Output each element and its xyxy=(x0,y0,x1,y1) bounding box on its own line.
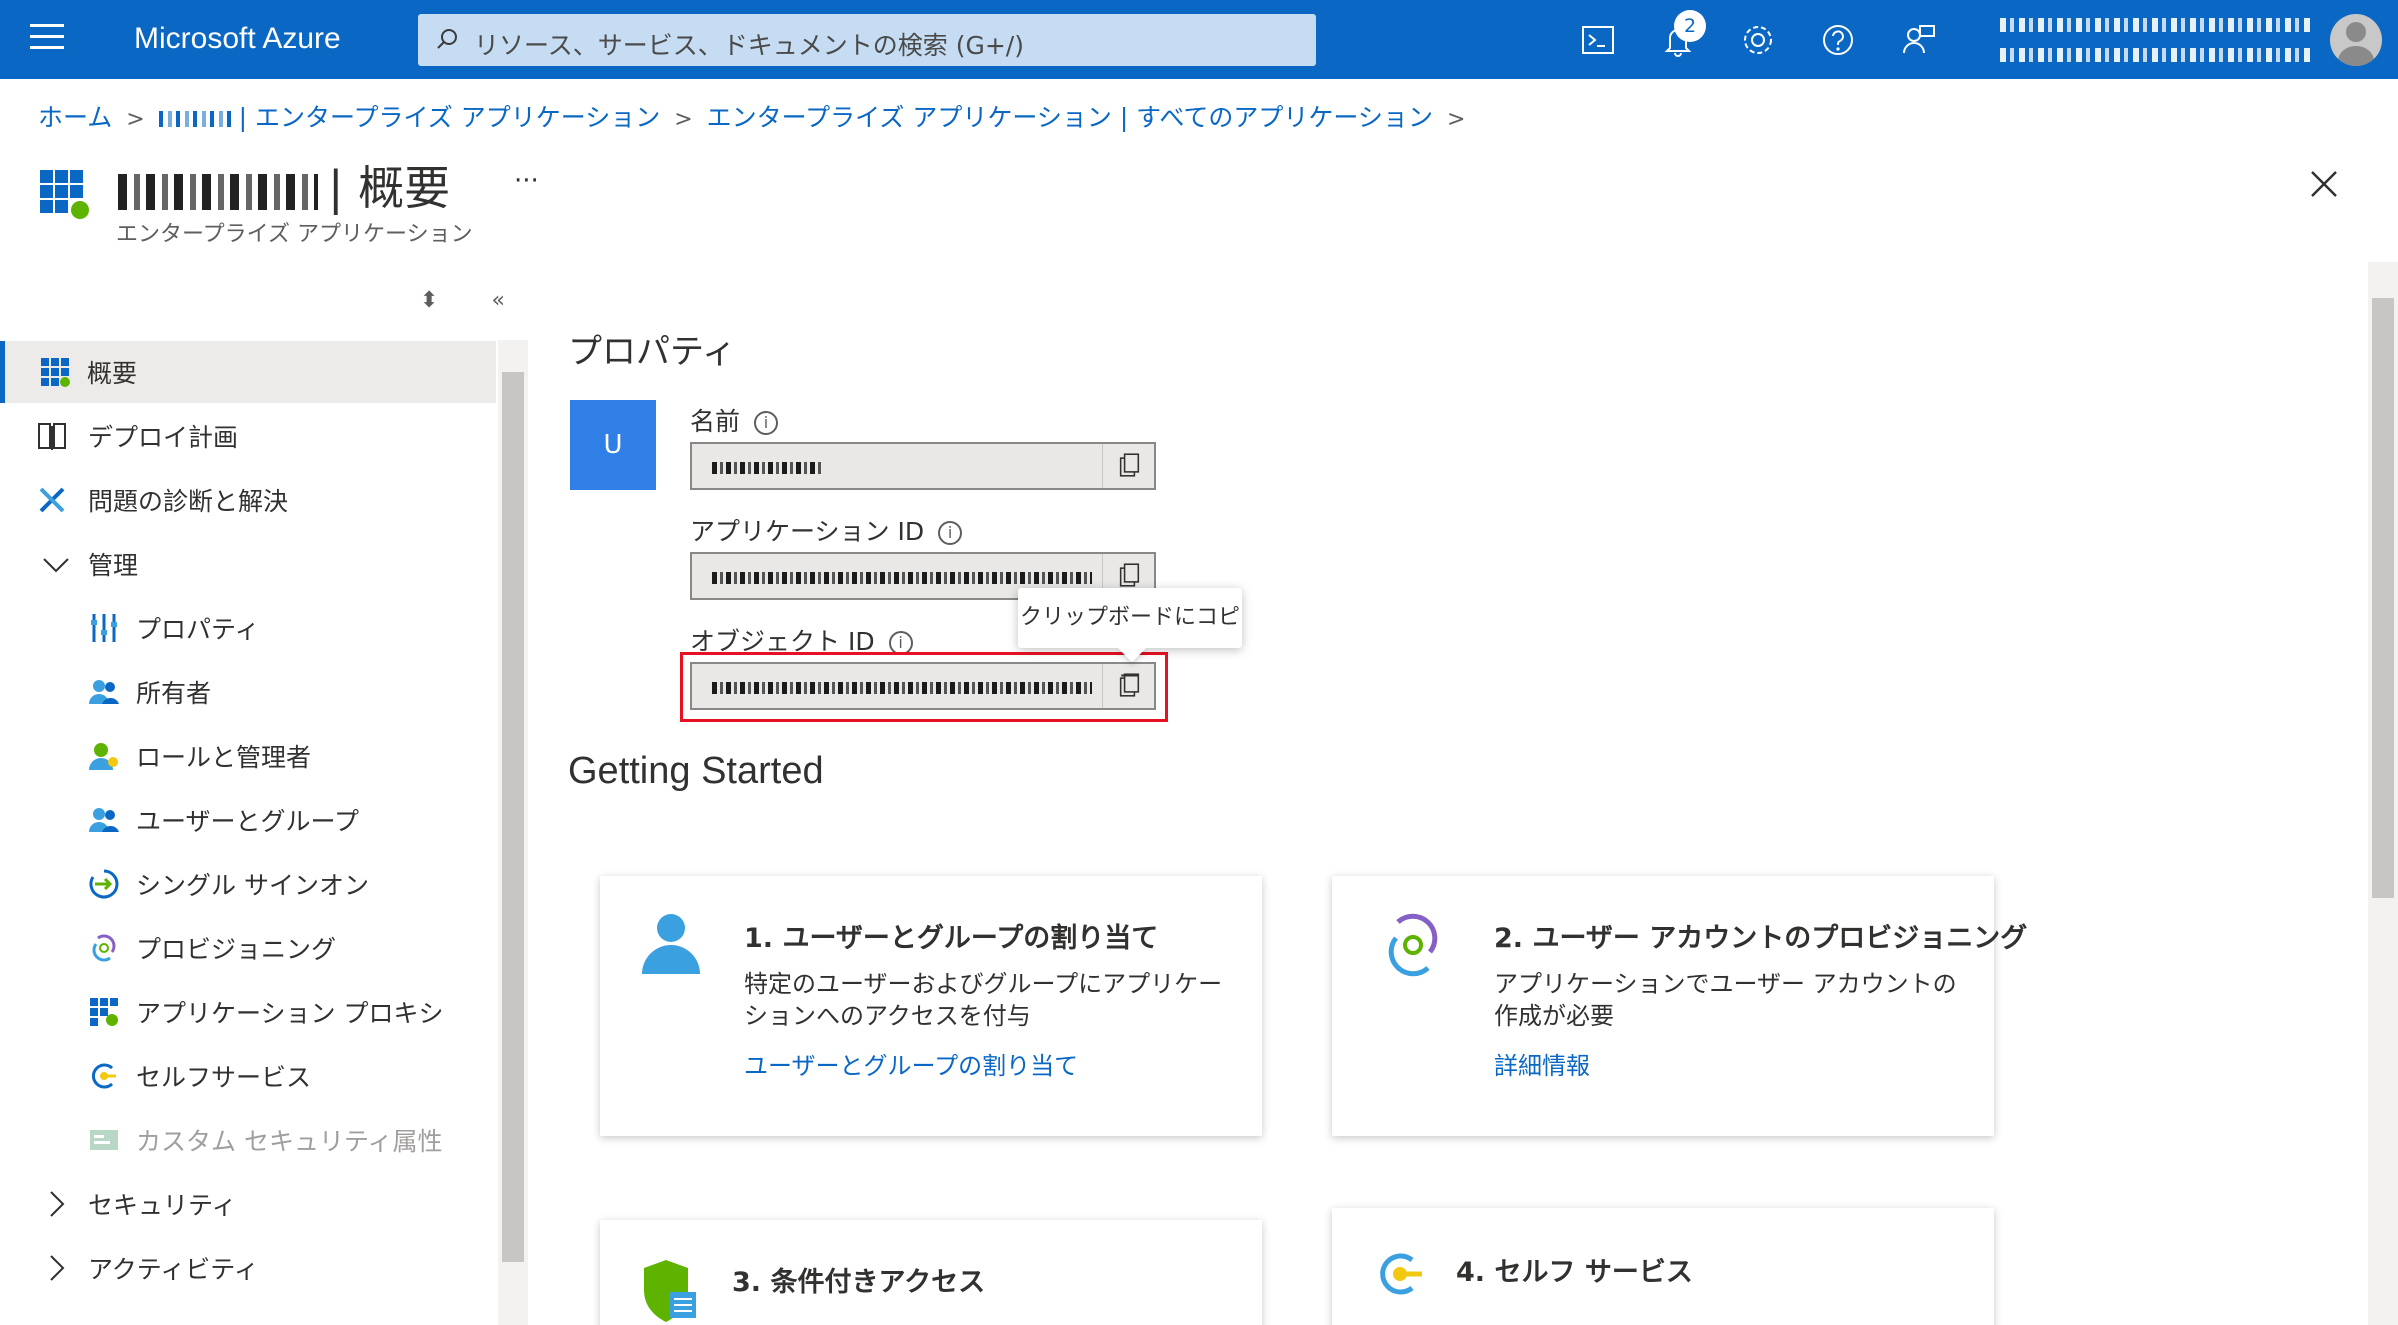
sso-icon xyxy=(89,869,119,899)
highlight-box xyxy=(680,652,1168,722)
notification-badge: 2 xyxy=(1674,10,1706,42)
sidebar-item-app-proxy[interactable]: アプリケーション プロキシ xyxy=(0,981,496,1043)
sidebar-item-roles[interactable]: ロールと管理者 xyxy=(0,725,496,787)
page-title: | 概要 xyxy=(118,152,450,218)
avatar[interactable] xyxy=(2330,14,2382,66)
copy-tooltip: クリップボードにコピー xyxy=(1018,588,1242,690)
grid-icon xyxy=(41,358,70,387)
collapse-sidebar-icon[interactable]: « xyxy=(491,288,504,313)
learn-more-link[interactable]: 詳細情報 xyxy=(1494,1046,1590,1081)
app-id-value-redacted xyxy=(712,572,1092,584)
sidebar-item-deployment-plan[interactable]: デプロイ計画 xyxy=(0,405,496,467)
sidebar-item-diagnose[interactable]: 問題の診断と解決 xyxy=(0,469,496,531)
account-directory[interactable] xyxy=(2000,48,2310,62)
proxy-icon xyxy=(90,998,118,1026)
user-icon xyxy=(642,914,700,974)
name-label: 名前 i xyxy=(690,402,779,438)
sidebar-controls: ⬍ « xyxy=(420,288,505,313)
account-name[interactable] xyxy=(2000,18,2310,32)
top-bar: Microsoft Azure リソース、サービス、ドキュメントの検索 (G+/… xyxy=(0,0,2398,79)
main-scrollbar-thumb[interactable] xyxy=(2372,298,2394,898)
feedback-icon[interactable] xyxy=(1898,20,1938,60)
chevron-down-icon xyxy=(43,558,69,573)
self-service-icon xyxy=(92,1063,116,1089)
close-icon[interactable] xyxy=(2308,168,2340,200)
sort-icon[interactable]: ⬍ xyxy=(420,288,438,313)
name-value-redacted xyxy=(712,462,822,474)
sidebar-group-activity[interactable]: アクティビティ xyxy=(0,1237,496,1299)
people-icon xyxy=(89,808,119,832)
search-icon xyxy=(437,29,457,49)
card-assign-users[interactable]: 1. ユーザーとグループの割り当て 特定のユーザーおよびグループにアプリケーショ… xyxy=(600,876,1262,1136)
chevron-right-icon xyxy=(50,1255,65,1281)
info-icon[interactable]: i xyxy=(938,521,963,545)
sidebar-item-overview[interactable]: 概要 xyxy=(0,341,496,403)
getting-started-heading: Getting Started xyxy=(568,750,824,792)
sidebar-item-provisioning[interactable]: プロビジョニング xyxy=(0,917,496,979)
sidebar-group-manage[interactable]: 管理 xyxy=(0,533,496,595)
breadcrumb-all-apps[interactable]: エンタープライズ アプリケーション | すべてのアプリケーション xyxy=(707,103,1433,132)
enterprise-app-icon xyxy=(40,170,89,219)
book-icon xyxy=(38,423,66,450)
properties-heading: プロパティ xyxy=(568,332,736,372)
sidebar-item-users-groups[interactable]: ユーザーとグループ xyxy=(0,789,496,851)
card-self-service[interactable]: 4. セルフ サービス xyxy=(1332,1208,1994,1325)
provisioning-icon xyxy=(92,934,116,962)
sidebar-group-security[interactable]: セキュリティ xyxy=(0,1173,496,1235)
breadcrumb-tenant[interactable] xyxy=(158,111,231,127)
search-input[interactable]: リソース、サービス、ドキュメントの検索 (G+/) xyxy=(418,14,1316,66)
custom-attr-icon xyxy=(90,1130,118,1150)
breadcrumb-enterprise-apps[interactable]: | エンタープライズ アプリケーション xyxy=(239,103,661,132)
gear-icon[interactable] xyxy=(1738,20,1778,60)
page-subtitle: エンタープライズ アプリケーション xyxy=(116,222,473,247)
card-provisioning[interactable]: 2. ユーザー アカウントのプロビジョニング アプリケーションでユーザー アカウ… xyxy=(1332,876,2027,1136)
brand-title[interactable]: Microsoft Azure xyxy=(134,22,341,56)
self-service-icon xyxy=(1380,1253,1422,1295)
app-logo: U xyxy=(570,400,656,490)
copy-icon[interactable] xyxy=(1102,444,1154,488)
provisioning-icon xyxy=(1388,913,1438,977)
card-conditional-access[interactable]: 3. 条件付きアクセス xyxy=(600,1220,1262,1325)
assign-users-link[interactable]: ユーザーとグループの割り当て xyxy=(744,1046,1078,1081)
info-icon[interactable]: i xyxy=(754,411,779,435)
app-name-redacted xyxy=(118,173,318,210)
sidebar-item-custom-security[interactable]: カスタム セキュリティ属性 xyxy=(0,1109,496,1171)
app-id-label: アプリケーション ID i xyxy=(690,512,963,548)
sidebar-item-owners[interactable]: 所有者 xyxy=(0,661,496,723)
role-icon xyxy=(89,743,118,770)
menu-icon[interactable] xyxy=(30,24,64,54)
shield-icon xyxy=(644,1260,696,1322)
help-icon[interactable] xyxy=(1818,20,1858,60)
chevron-right-icon xyxy=(50,1191,65,1217)
search-placeholder: リソース、サービス、ドキュメントの検索 (G+/) xyxy=(474,31,1024,60)
sidebar-scrollbar-thumb[interactable] xyxy=(502,372,524,1262)
sidebar-item-sso[interactable]: シングル サインオン xyxy=(0,853,496,915)
people-icon xyxy=(89,680,119,704)
name-field[interactable] xyxy=(690,442,1156,490)
breadcrumb-home[interactable]: ホーム xyxy=(38,103,112,132)
sidebar-item-self-service[interactable]: セルフサービス xyxy=(0,1045,496,1107)
properties-icon xyxy=(91,614,117,642)
more-options-button[interactable]: ··· xyxy=(514,166,539,196)
breadcrumb: ホーム > | エンタープライズ アプリケーション > エンタープライズ アプリケーシ… xyxy=(38,103,1466,132)
cloud-shell-icon[interactable] xyxy=(1578,20,1618,60)
sidebar-item-properties[interactable]: プロパティ xyxy=(0,597,496,659)
wrench-icon xyxy=(39,487,65,513)
